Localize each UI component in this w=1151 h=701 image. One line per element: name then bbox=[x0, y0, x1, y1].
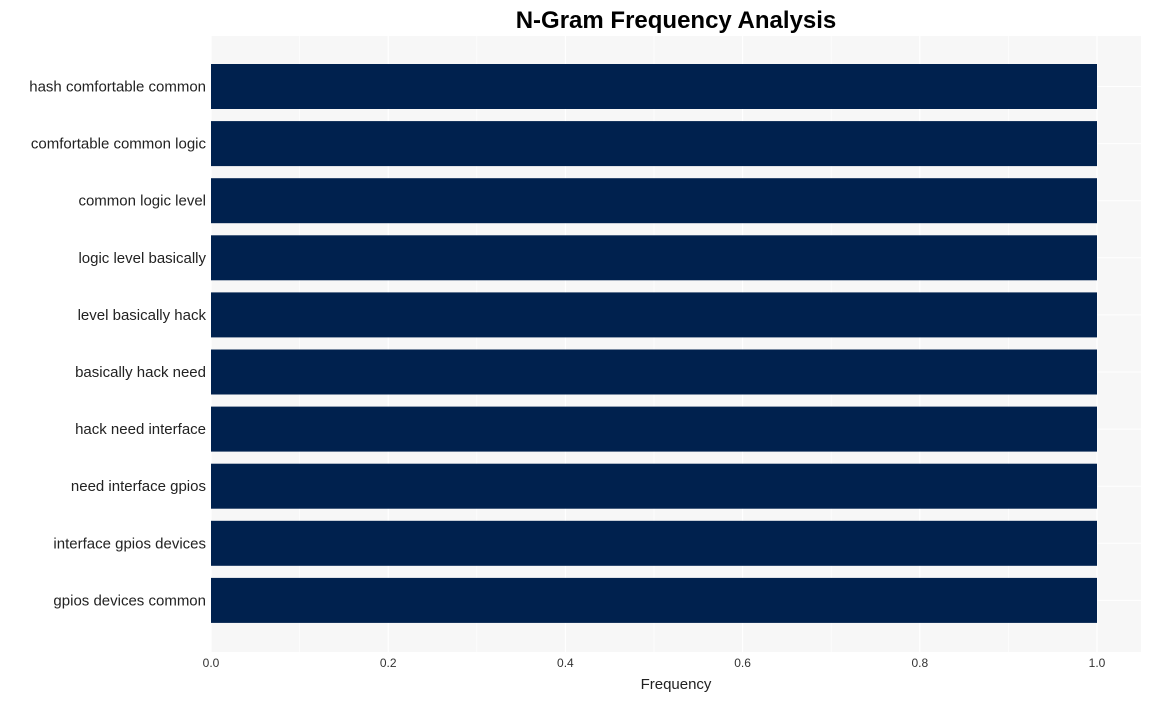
x-tick-label: 0.8 bbox=[911, 656, 928, 670]
bar bbox=[211, 235, 1097, 281]
y-tick-label: gpios devices common bbox=[53, 592, 206, 609]
bar bbox=[211, 349, 1097, 395]
y-tick-label: need interface gpios bbox=[71, 478, 206, 495]
bar bbox=[211, 463, 1097, 509]
x-axis-label: Frequency bbox=[641, 676, 712, 693]
bar bbox=[211, 520, 1097, 566]
x-tick-label: 0.4 bbox=[557, 656, 574, 670]
y-tick-label: comfortable common logic bbox=[31, 136, 207, 153]
y-tick-label: hash comfortable common bbox=[29, 79, 206, 96]
bar bbox=[211, 178, 1097, 224]
x-tick-label: 0.2 bbox=[380, 656, 397, 670]
y-tick-label: basically hack need bbox=[75, 364, 206, 381]
y-tick-label: common logic level bbox=[78, 193, 206, 210]
x-axis-ticks: 0.0 0.2 0.4 0.6 0.8 1.0 bbox=[203, 656, 1106, 670]
bar bbox=[211, 406, 1097, 452]
bar bbox=[211, 121, 1097, 167]
bar bbox=[211, 577, 1097, 623]
chart-title: N-Gram Frequency Analysis bbox=[516, 7, 837, 34]
x-tick-label: 1.0 bbox=[1089, 656, 1106, 670]
x-tick-label: 0.0 bbox=[203, 656, 220, 670]
ngram-bar-chart: N-Gram Frequency Analysis hash comfortab… bbox=[29, 7, 1141, 693]
bar bbox=[211, 64, 1097, 109]
y-tick-label: hack need interface bbox=[75, 421, 206, 438]
x-tick-label: 0.6 bbox=[734, 656, 751, 670]
y-axis-labels: hash comfortable common comfortable commo… bbox=[29, 79, 206, 610]
y-tick-label: level basically hack bbox=[78, 307, 207, 324]
bar bbox=[211, 292, 1097, 338]
y-tick-label: interface gpios devices bbox=[53, 535, 206, 552]
y-tick-label: logic level basically bbox=[78, 250, 206, 267]
